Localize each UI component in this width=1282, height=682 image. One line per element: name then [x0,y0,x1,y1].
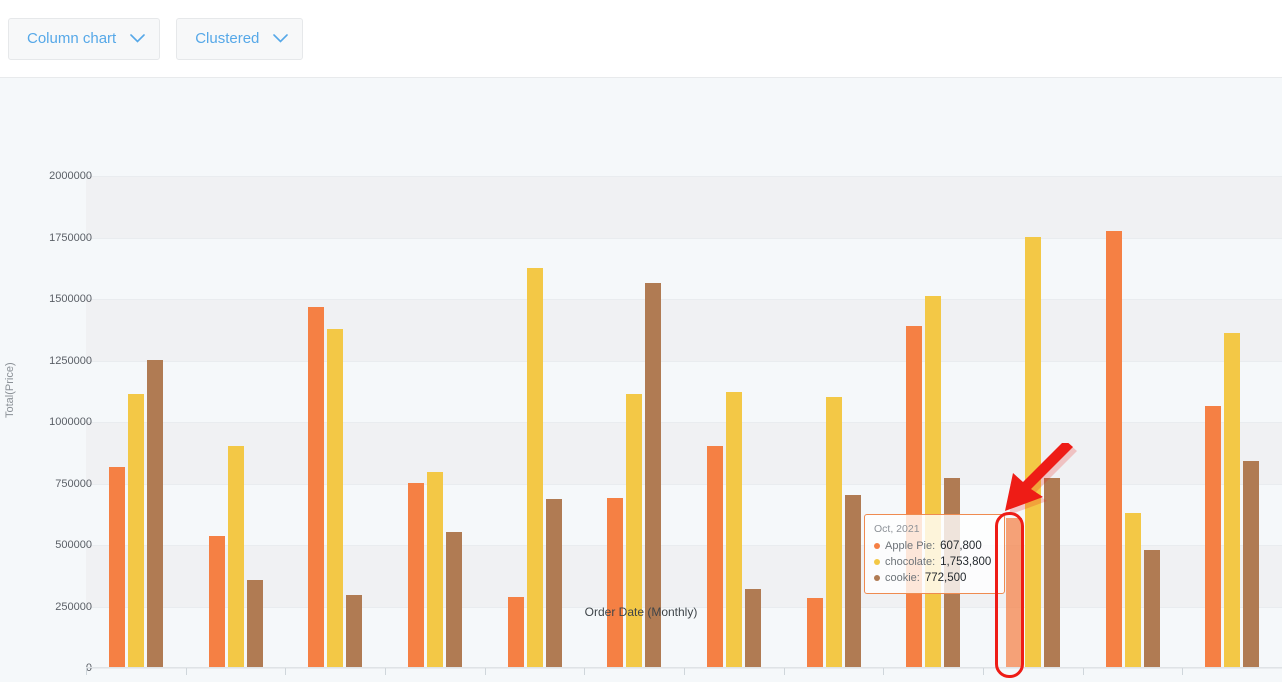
plot-area: 0 250000 500000 750000 1000000 1250000 1500000… [49,170,1282,675]
tooltip-row: chocolate: 1,753,800 [874,554,996,570]
chart-type-dropdown-label: Column chart [27,30,117,47]
plot-band [86,176,1282,238]
tooltip-series-dot-icon [874,559,880,565]
plot-band [86,545,1282,607]
y-axis-tick-label: 2000000 [49,170,92,182]
bar-cookie[interactable] [1243,461,1260,668]
bar-chocolate[interactable] [626,393,643,668]
chart-area: Total(Price) 0 250000 500000 750000 1000000 1… [0,78,1282,682]
y-axis-tick-label: 0 [85,662,92,674]
x-axis-tick-mark [385,668,386,675]
tooltip-rows: Apple Pie: 607,800 chocolate: 1,753,800 cook… [874,538,996,586]
chevron-down-icon [273,34,289,43]
x-axis-tick-mark [883,668,885,675]
x-axis-tick-mark [1082,668,1084,675]
x-axis-tick-mark [1182,668,1184,675]
chart-toolbar: Column chart Clustered [0,0,1282,78]
gridline [86,545,1282,546]
x-axis-title: Order Date (Monthly) [584,605,698,619]
x-axis-line [86,667,1282,668]
bar-apple-pie[interactable] [108,466,125,668]
bar-apple-pie[interactable] [607,498,624,668]
x-axis-tick-mark [584,668,586,675]
y-axis-tick-label: 750000 [55,477,92,490]
bar-apple-pie[interactable] [1005,518,1022,668]
tooltip-series-value: 607,800 [940,540,982,552]
gridline [86,299,1282,300]
x-axis-tick-mark [783,668,785,675]
bar-chocolate[interactable] [1124,512,1141,668]
bar-chocolate[interactable] [227,445,244,668]
tooltip-series-name: cookie: [885,572,920,584]
bar-cookie[interactable] [844,494,861,668]
tooltip-series-name: Apple Pie: [885,540,936,552]
bar-cookie[interactable] [246,579,263,668]
tooltip-series-value: 772,500 [924,572,967,584]
chevron-down-icon [130,34,146,43]
plot-band [86,422,1282,484]
y-axis-tick-label: 1500000 [49,293,92,305]
bar-chocolate[interactable] [1024,236,1041,668]
y-axis-tick-label: 1750000 [49,231,92,244]
bar-apple-pie[interactable] [407,482,424,668]
y-axis-tick-label: 500000 [55,539,92,551]
y-axis-tick-label: 1250000 [49,354,92,367]
x-axis-tick-mark [285,668,287,675]
gridline [86,360,1282,362]
bar-chocolate[interactable] [127,394,144,668]
tooltip-row: Apple Pie: 607,800 [874,538,996,554]
tooltip-series-dot-icon [874,543,880,549]
bar-cookie[interactable] [146,360,163,668]
chart-type-dropdown[interactable]: Column chart [8,17,161,60]
bar-chocolate[interactable] [825,397,842,668]
y-axis-tick-label: 1000000 [49,416,92,428]
gridline [86,483,1282,485]
tooltip-title: Oct, 2021 [874,523,920,535]
bar-cookie[interactable] [1043,477,1060,668]
y-axis-title: Total(Price) [4,362,16,418]
bar-chocolate[interactable] [426,471,443,668]
layout-type-dropdown-label: Clustered [195,30,260,47]
bar-apple-pie[interactable] [1205,406,1222,668]
tooltip-row: cookie: 772,500 [874,570,996,586]
bar-apple-pie[interactable] [1105,231,1122,668]
layout-type-dropdown[interactable]: Clustered [176,17,304,60]
plot-band [86,299,1282,361]
x-axis-tick-mark [86,668,87,675]
bar-apple-pie[interactable] [208,535,225,668]
bar-cookie[interactable] [545,498,562,668]
x-axis-tick-mark [983,668,984,675]
bar-chocolate[interactable] [725,392,742,668]
x-axis-tick-mark [185,668,187,675]
x-axis-tick-mark [484,668,486,675]
gridline [86,422,1282,423]
gridline [86,176,1282,177]
gridline [86,237,1282,239]
bar-cookie[interactable] [445,532,462,668]
tooltip-series-dot-icon [874,575,880,581]
bar-cookie[interactable] [744,588,761,668]
tooltip-series-name: chocolate: [885,556,936,568]
chart-tooltip: Oct, 2021 Apple Pie: 607,800 chocolate: 1,7… [864,514,1005,594]
bar-apple-pie[interactable] [706,445,723,668]
tooltip-series-value: 1,753,800 [940,556,992,568]
x-axis-tick-mark [684,668,685,675]
